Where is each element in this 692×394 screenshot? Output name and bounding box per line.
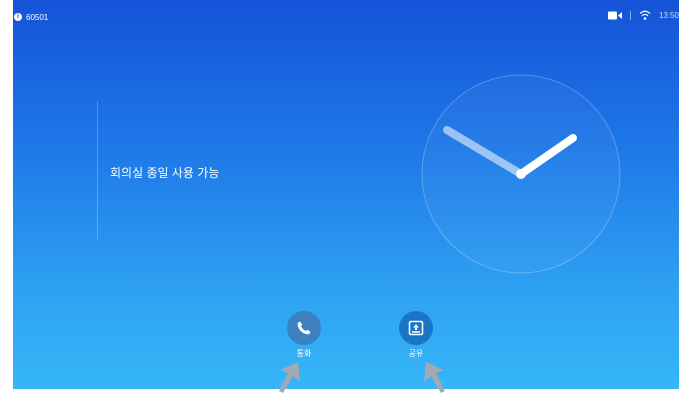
- share-label: 공유: [408, 349, 424, 358]
- content-divider: [97, 101, 98, 241]
- status-bar-left: i 60501: [14, 10, 48, 24]
- info-icon[interactable]: i: [14, 13, 22, 21]
- wifi-icon[interactable]: [639, 10, 651, 21]
- system-id: 60501: [26, 12, 49, 22]
- call-button-circle[interactable]: [287, 311, 321, 345]
- share-screen-icon: [408, 320, 424, 336]
- share-button[interactable]: 공유: [399, 311, 433, 359]
- share-button-circle[interactable]: [399, 311, 433, 345]
- status-time: 13:50: [658, 10, 679, 20]
- pointer-arrow-share: [424, 362, 445, 393]
- status-separator: [629, 10, 631, 20]
- analog-clock: [421, 74, 621, 274]
- camera-icon[interactable]: [607, 11, 622, 20]
- room-availability-text: 회의실 종일 사용 가능: [110, 166, 220, 180]
- call-label: 통화: [296, 349, 312, 358]
- touch-panel-home-screen: i 60501 13:50 회의실 종일 사용 가능 통화 공유: [13, 0, 679, 389]
- phone-icon: [297, 321, 311, 335]
- pointer-arrow-call: [279, 362, 300, 393]
- status-bar-right: 13:50: [607, 8, 679, 22]
- call-button[interactable]: 통화: [287, 311, 321, 359]
- clock-center: [516, 169, 526, 179]
